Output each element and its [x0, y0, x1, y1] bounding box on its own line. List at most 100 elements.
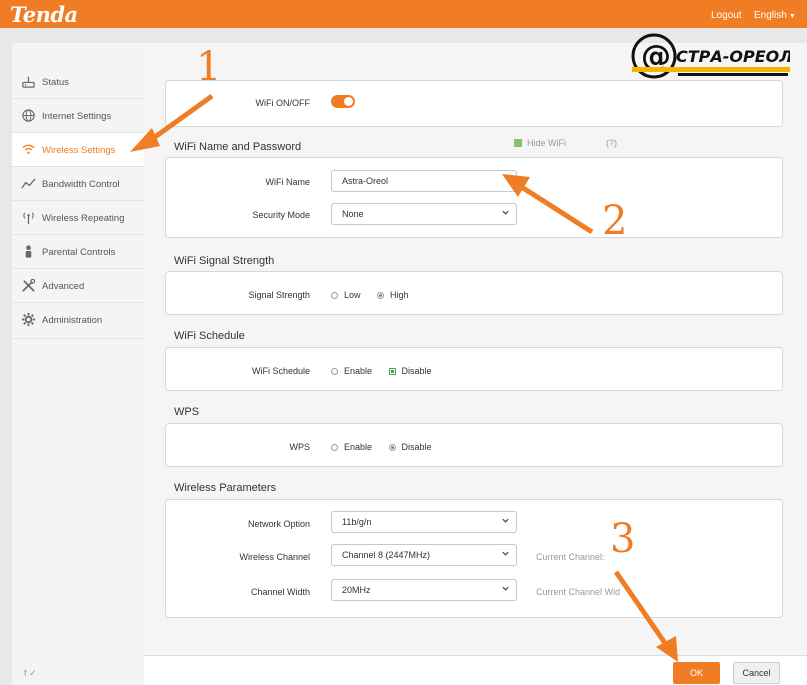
- wireless-params-panel: Network Option 11b/g/n Wireless Channel …: [165, 499, 783, 618]
- watermark-text: СТРА-ОРЕОЛ: [676, 47, 790, 66]
- annotation-number-1: 1: [196, 44, 222, 90]
- sidebar-item-internet-settings[interactable]: Internet Settings: [12, 99, 144, 133]
- option-label: Low: [344, 290, 361, 300]
- option-label: Enable: [344, 366, 373, 376]
- sidebar-item-administration[interactable]: Administration: [12, 303, 144, 339]
- schedule-panel: WiFi Schedule Enable Disable: [165, 347, 783, 391]
- help-icon[interactable]: (?): [606, 138, 617, 148]
- chevron-down-icon: ▼: [788, 13, 796, 20]
- sidebar-item-label: Wireless Settings: [42, 145, 116, 156]
- sidebar-item-label: Parental Controls: [42, 247, 116, 258]
- top-bar: Tenda Logout English ▼: [0, 0, 807, 28]
- wps-radios: Enable Disable: [331, 442, 446, 452]
- wps-disable-option[interactable]: Disable: [388, 442, 432, 452]
- hide-wifi-label: Hide WiFi: [527, 138, 567, 148]
- option-label: Disable: [401, 366, 432, 376]
- channel-width-value: 20MHz: [342, 585, 371, 595]
- wifi-name-input[interactable]: Astra-Oreol: [331, 170, 517, 192]
- sidebar-item-status[interactable]: Status: [12, 65, 144, 99]
- sidebar-item-wireless-settings[interactable]: Wireless Settings: [12, 133, 144, 167]
- sidebar-item-parental-controls[interactable]: Parental Controls: [12, 235, 144, 269]
- section-title-wireless-params: Wireless Parameters: [174, 482, 277, 494]
- option-label: Disable: [401, 442, 432, 452]
- footer-bar: OK Cancel: [144, 655, 807, 685]
- router-icon: [22, 76, 35, 88]
- sidebar-item-label: Administration: [42, 315, 103, 326]
- wifi-schedule-label: WiFi Schedule: [251, 366, 310, 376]
- channel-width-select[interactable]: 20MHz: [331, 579, 517, 601]
- option-label: Enable: [344, 442, 373, 452]
- section-title-name-password: WiFi Name and Password: [174, 141, 302, 153]
- wps-panel: WPS Enable Disable: [165, 423, 783, 467]
- radio-selected-icon: [388, 368, 396, 375]
- wifi-onoff-panel: WiFi ON/OFF: [165, 80, 783, 127]
- chart-icon: [21, 178, 36, 189]
- annotation-number-2: 2: [602, 198, 628, 244]
- signal-strength-label: Signal Strength: [248, 290, 310, 300]
- schedule-enable-option[interactable]: Enable: [331, 366, 372, 376]
- network-option-label: Network Option: [247, 519, 310, 529]
- annotation-number-3: 3: [610, 516, 636, 562]
- section-title-wps: WPS: [174, 406, 200, 418]
- gear-icon: [21, 312, 36, 327]
- sidebar-item-label: Wireless Repeating: [42, 213, 125, 224]
- schedule-disable-option[interactable]: Disable: [388, 366, 432, 376]
- sidebar-item-label: Bandwidth Control: [42, 179, 120, 190]
- section-title-schedule: WiFi Schedule: [174, 330, 245, 342]
- wireless-channel-select[interactable]: Channel 8 (2447MHz): [331, 544, 517, 566]
- tools-icon: [22, 278, 36, 292]
- security-mode-select[interactable]: None: [331, 203, 517, 225]
- sidebar-item-label: Internet Settings: [42, 111, 112, 122]
- wifi-onoff-label: WiFi ON/OFF: [255, 98, 311, 108]
- network-option-select[interactable]: 11b/g/n: [331, 511, 517, 533]
- name-password-panel: WiFi Name Astra-Oreol Security Mode None: [165, 157, 783, 238]
- wps-enable-option[interactable]: Enable: [331, 442, 372, 452]
- current-channel-text: Current Channel:: [536, 552, 605, 562]
- sidebar-item-wireless-repeating[interactable]: Wireless Repeating: [12, 201, 144, 235]
- security-mode-label: Security Mode: [252, 210, 310, 220]
- logout-link[interactable]: Logout: [711, 10, 742, 21]
- globe-icon: [22, 109, 35, 122]
- chevron-down-icon: [502, 551, 509, 556]
- radio-icon: [331, 292, 338, 299]
- tenda-logo: Tenda: [10, 2, 78, 27]
- cancel-button[interactable]: Cancel: [733, 662, 780, 684]
- hide-wifi-checkbox[interactable]: Hide WiFi: [514, 138, 566, 148]
- wps-label: WPS: [289, 442, 310, 452]
- wifi-toggle[interactable]: [331, 95, 355, 108]
- sidebar-item-bandwidth-control[interactable]: Bandwidth Control: [12, 167, 144, 201]
- sidebar-item-label: Status: [42, 77, 69, 88]
- signal-low-option[interactable]: Low: [331, 290, 361, 300]
- radio-icon: [331, 368, 338, 375]
- chevron-down-icon: [502, 586, 509, 591]
- language-select[interactable]: English ▼: [754, 10, 796, 21]
- section-title-signal: WiFi Signal Strength: [174, 255, 275, 267]
- astra-oreol-watermark: @ СТРА-ОРЕОЛ: [631, 33, 790, 79]
- radio-selected-icon: [377, 292, 385, 299]
- wifi-icon: [22, 144, 35, 154]
- channel-width-label: Channel Width: [250, 587, 310, 597]
- signal-strength-radios: Low High: [331, 290, 423, 300]
- sidebar-item-advanced[interactable]: Advanced: [12, 269, 144, 303]
- chevron-down-icon: [502, 210, 509, 215]
- option-label: High: [390, 290, 409, 300]
- social-links[interactable]: f ✓: [24, 668, 37, 679]
- schedule-radios: Enable Disable: [331, 366, 446, 376]
- security-mode-value: None: [342, 209, 364, 219]
- radio-icon: [331, 444, 338, 451]
- language-label: English: [754, 10, 787, 21]
- sidebar: Status Internet Settings Wireless Settin…: [12, 43, 144, 685]
- wireless-channel-value: Channel 8 (2447MHz): [342, 550, 431, 560]
- main-content: WiFi ON/OFF WiFi Name and Password WiFi …: [144, 43, 807, 655]
- current-width-text: Current Channel Wid: [536, 587, 621, 597]
- signal-panel: Signal Strength Low High: [165, 271, 783, 315]
- network-option-value: 11b/g/n: [342, 517, 372, 527]
- ok-button[interactable]: OK: [673, 662, 720, 684]
- antenna-icon: [23, 212, 34, 225]
- person-icon: [25, 245, 32, 258]
- sidebar-item-label: Advanced: [42, 281, 85, 292]
- radio-selected-icon: [388, 444, 396, 451]
- signal-high-option[interactable]: High: [377, 290, 409, 300]
- wireless-channel-label: Wireless Channel: [239, 552, 310, 562]
- wifi-name-label: WiFi Name: [265, 177, 311, 187]
